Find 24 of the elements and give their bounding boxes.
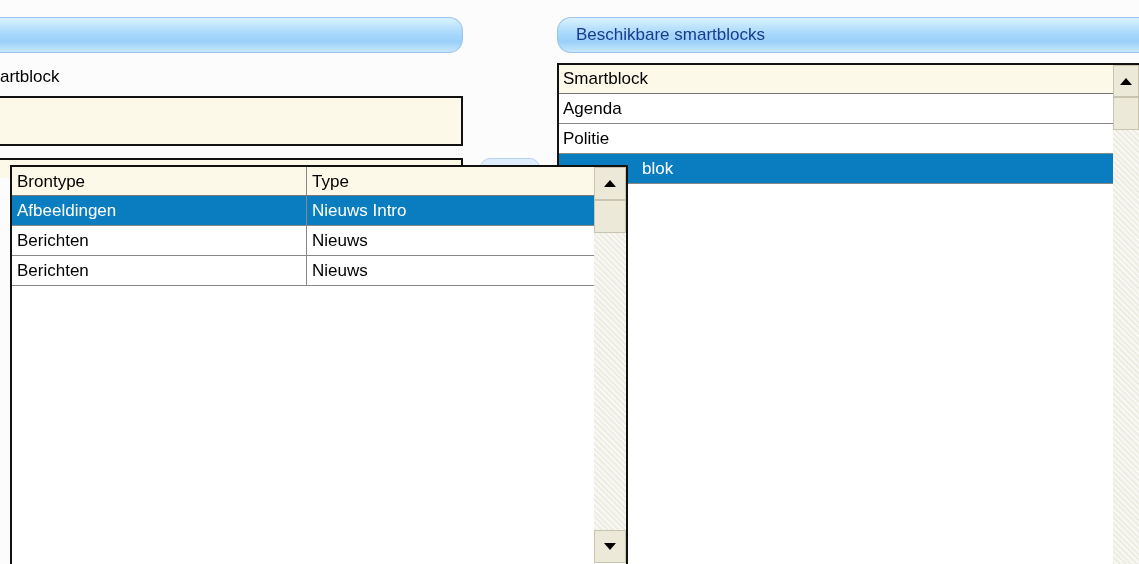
table-cell-text: Nieuws (311, 260, 369, 282)
table-cell-text: Nieuws (311, 230, 369, 252)
field-label: artblock (0, 66, 61, 88)
table-row[interactable]: Afbeeldingen Nieuws Intro (12, 196, 594, 226)
scroll-thumb[interactable] (1113, 97, 1139, 130)
table-cell: Berichten (12, 256, 307, 285)
scrollbar[interactable] (1113, 65, 1139, 564)
scroll-down-button[interactable] (594, 530, 626, 563)
table-row[interactable]: Berichten Nieuws (12, 226, 594, 256)
list-box[interactable]: Smartblock Agenda Politie blok (557, 63, 1139, 564)
table-cell-text: Nieuws Intro (311, 200, 408, 222)
text-field[interactable] (0, 96, 463, 146)
dropdown-list[interactable]: Brontype Type Afbeeldingen Nieuws Intro Berichten Nieuws Berichten Nieuws (10, 165, 628, 564)
scrollbar[interactable] (594, 167, 626, 563)
table-row[interactable]: Berichten Nieuws (12, 256, 594, 286)
scroll-up-button[interactable] (594, 167, 626, 200)
panel-title: Beschikbare smartblocks (576, 25, 765, 45)
column-header[interactable]: Smartblock (559, 65, 1113, 94)
table-cell: Berichten (12, 226, 307, 255)
scroll-thumb[interactable] (594, 200, 626, 233)
list-row[interactable]: blok (559, 154, 1113, 184)
scroll-up-button[interactable] (1113, 65, 1139, 97)
column-header[interactable]: Brontype (12, 167, 307, 195)
table-cell: Afbeeldingen (12, 196, 307, 225)
